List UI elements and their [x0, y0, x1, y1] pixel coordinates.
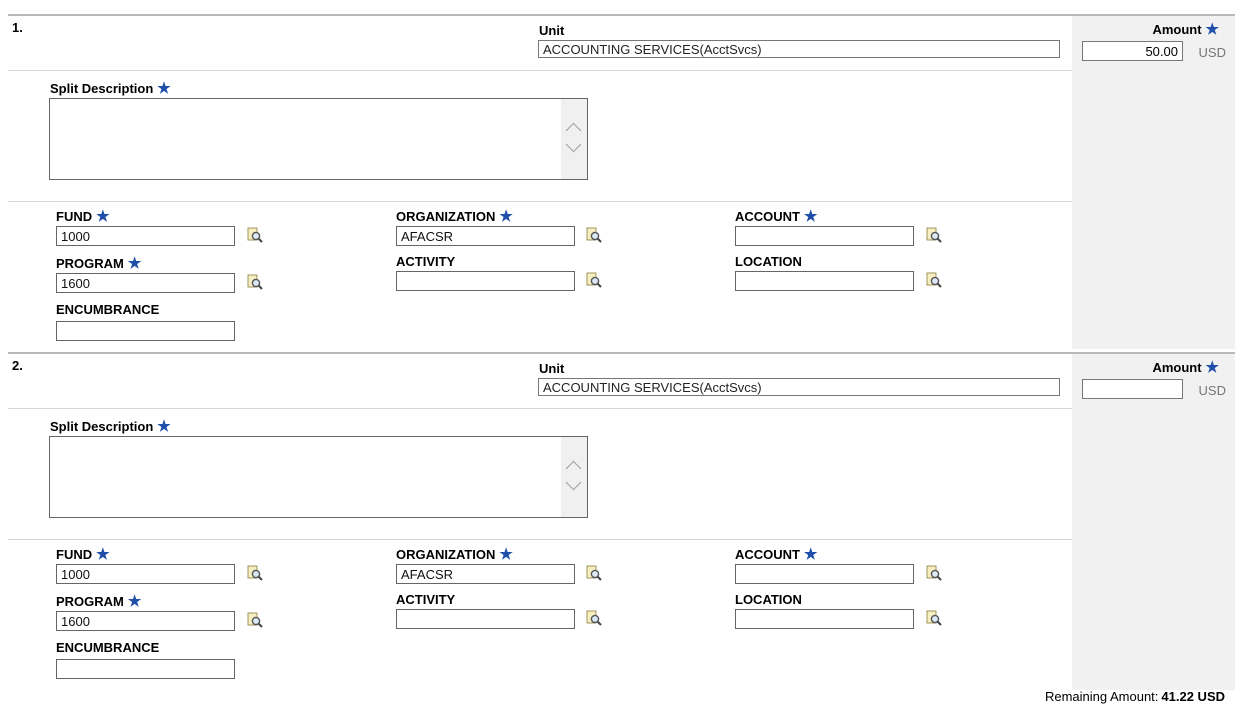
fund-label: FUND ★: [56, 208, 110, 225]
required-icon: ★: [157, 80, 171, 97]
split-section-2: 2. Unit ACCOUNTING SERVICES(AcctSvcs) Am…: [8, 352, 1235, 690]
program-label: PROGRAM ★: [56, 593, 142, 610]
account-label: ACCOUNT ★: [735, 208, 818, 225]
lookup-icon[interactable]: [586, 565, 602, 581]
amount-label: Amount ★: [1152, 359, 1219, 376]
organization-field[interactable]: AFACSR: [396, 226, 575, 246]
textarea-frame: [49, 436, 588, 518]
account-field[interactable]: [735, 564, 914, 584]
divider: [8, 201, 1072, 202]
required-icon: ★: [804, 546, 818, 563]
account-label: ACCOUNT ★: [735, 546, 818, 563]
remaining-amount-value: 41.22 USD: [1161, 689, 1225, 704]
organization-label: ORGANIZATION ★: [396, 546, 513, 563]
required-icon: ★: [96, 546, 110, 563]
required-icon: ★: [127, 255, 142, 272]
required-icon: ★: [1205, 359, 1219, 376]
amount-column: [1072, 16, 1235, 349]
lookup-icon[interactable]: [926, 272, 942, 288]
required-icon: ★: [127, 593, 142, 610]
account-field[interactable]: [735, 226, 914, 246]
organization-label: ORGANIZATION ★: [396, 208, 513, 225]
encumbrance-label: ENCUMBRANCE: [56, 302, 160, 317]
location-field[interactable]: [735, 271, 914, 291]
lookup-icon[interactable]: [926, 565, 942, 581]
scrollbar[interactable]: [561, 99, 587, 179]
divider: [8, 70, 1072, 71]
unit-label: Unit: [539, 361, 565, 376]
amount-field[interactable]: 50.00: [1082, 41, 1183, 61]
scrollbar[interactable]: [561, 437, 587, 517]
lookup-icon[interactable]: [247, 565, 263, 581]
required-icon: ★: [499, 546, 513, 563]
lookup-icon[interactable]: [926, 610, 942, 626]
split-description-label: Split Description ★: [50, 418, 171, 435]
amount-label: Amount ★: [1152, 21, 1219, 38]
encumbrance-field[interactable]: [56, 659, 235, 679]
chevron-down-icon[interactable]: [565, 136, 582, 153]
remaining-amount: Remaining Amount: 41.22 USD: [1045, 689, 1225, 704]
required-icon: ★: [96, 208, 110, 225]
lookup-icon[interactable]: [586, 272, 602, 288]
divider: [8, 539, 1072, 540]
program-label: PROGRAM ★: [56, 255, 142, 272]
lookup-icon[interactable]: [247, 612, 263, 628]
split-number: 2.: [12, 358, 23, 373]
activity-label: ACTIVITY: [396, 592, 456, 607]
activity-field[interactable]: [396, 609, 575, 629]
required-icon: ★: [499, 208, 513, 225]
currency-label: USD: [1198, 383, 1226, 398]
chevron-down-icon[interactable]: [565, 474, 582, 491]
program-field[interactable]: 1600: [56, 611, 235, 631]
divider: [8, 408, 1072, 409]
lookup-icon[interactable]: [586, 610, 602, 626]
unit-field[interactable]: ACCOUNTING SERVICES(AcctSvcs): [538, 40, 1060, 58]
required-icon: ★: [804, 208, 818, 225]
unit-field[interactable]: ACCOUNTING SERVICES(AcctSvcs): [538, 378, 1060, 396]
amount-column: [1072, 354, 1235, 690]
organization-field[interactable]: AFACSR: [396, 564, 575, 584]
location-field[interactable]: [735, 609, 914, 629]
activity-field[interactable]: [396, 271, 575, 291]
location-label: LOCATION: [735, 254, 802, 269]
fund-label: FUND ★: [56, 546, 110, 563]
unit-label: Unit: [539, 23, 565, 38]
split-number: 1.: [12, 20, 23, 35]
lookup-icon[interactable]: [586, 227, 602, 243]
required-icon: ★: [157, 418, 171, 435]
location-label: LOCATION: [735, 592, 802, 607]
textarea-frame: [49, 98, 588, 180]
currency-label: USD: [1198, 45, 1226, 60]
remaining-amount-label: Remaining Amount:: [1044, 689, 1159, 704]
activity-label: ACTIVITY: [396, 254, 456, 269]
split-description-label: Split Description ★: [50, 80, 171, 97]
program-field[interactable]: 1600: [56, 273, 235, 293]
fund-field[interactable]: 1000: [56, 226, 235, 246]
encumbrance-field[interactable]: [56, 321, 235, 341]
encumbrance-label: ENCUMBRANCE: [56, 640, 160, 655]
split-section-1: 1. Unit ACCOUNTING SERVICES(AcctSvcs) Am…: [8, 14, 1235, 349]
required-icon: ★: [1205, 21, 1219, 38]
lookup-icon[interactable]: [247, 274, 263, 290]
lookup-icon[interactable]: [926, 227, 942, 243]
fund-field[interactable]: 1000: [56, 564, 235, 584]
amount-field[interactable]: [1082, 379, 1183, 399]
lookup-icon[interactable]: [247, 227, 263, 243]
